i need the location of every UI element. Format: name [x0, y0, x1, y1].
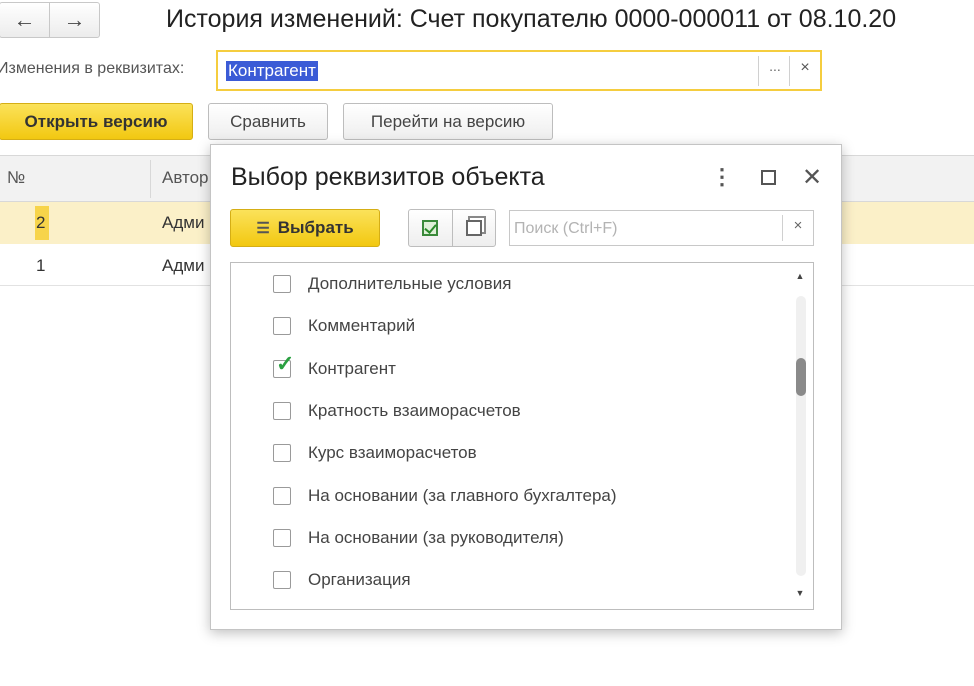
list-item[interactable]: На основании (за главного бухгалтера): [273, 481, 617, 511]
list-item[interactable]: ✓ Контрагент: [273, 353, 396, 384]
list-item[interactable]: На основании (за руководителя): [273, 523, 564, 553]
nav-buttons: ← →: [0, 2, 100, 38]
clear-icon[interactable]: ×: [791, 59, 819, 77]
divider: [782, 215, 783, 241]
divider: [789, 56, 790, 86]
arrow-right-icon: →: [63, 7, 86, 32]
item-label: Кратность взаиморасчетов: [308, 401, 521, 420]
select-button[interactable]: ...: [761, 58, 789, 74]
more-icon[interactable]: ⋮: [707, 159, 737, 195]
select-button[interactable]: ☰ Выбрать: [230, 209, 380, 247]
checkbox[interactable]: [273, 529, 291, 547]
item-label: Контрагент: [308, 359, 396, 378]
uncheck-all-button[interactable]: [451, 210, 496, 246]
checkbox[interactable]: [273, 487, 291, 505]
search-input[interactable]: [512, 213, 782, 245]
list-item[interactable]: Кратность взаиморасчетов: [273, 396, 521, 426]
list-item[interactable]: Комментарий: [273, 311, 415, 341]
checkbox[interactable]: [273, 402, 291, 420]
item-label: На основании (за руководителя): [308, 528, 564, 547]
checkbox[interactable]: [273, 444, 291, 462]
column-header-author[interactable]: Автор: [162, 168, 209, 188]
check-all-button[interactable]: [409, 210, 452, 246]
checkbox[interactable]: [273, 571, 291, 589]
row-author: Адми: [162, 256, 205, 275]
back-button[interactable]: ←: [0, 3, 49, 37]
item-label: Комментарий: [308, 316, 416, 335]
row-author: Адми: [162, 213, 205, 232]
open-version-button[interactable]: Открыть версию: [0, 103, 193, 140]
column-divider: [150, 160, 151, 198]
item-label: Организация: [308, 570, 411, 589]
check-icon: ✓: [276, 351, 295, 376]
dialog-title: Выбор реквизитов объекта: [231, 163, 545, 191]
maximize-icon[interactable]: [753, 159, 783, 195]
divider: [758, 56, 759, 86]
check-all-icon: [422, 220, 439, 236]
forward-button[interactable]: →: [49, 3, 99, 37]
row-number: 1: [36, 256, 46, 275]
checkbox[interactable]: [273, 317, 291, 335]
page-title: История изменений: Счет покупателю 0000-…: [166, 5, 897, 33]
attributes-list: Дополнительные условия Комментарий ✓ Кон…: [230, 262, 814, 610]
arrow-left-icon: ←: [13, 7, 36, 32]
uncheck-all-icon: [465, 220, 482, 236]
search-clear-icon[interactable]: ×: [784, 217, 812, 234]
close-icon[interactable]: ✕: [797, 159, 827, 195]
item-label: На основании (за главного бухгалтера): [308, 486, 617, 505]
scroll-down-icon[interactable]: ▼: [794, 588, 806, 598]
mark-buttons: [408, 209, 496, 247]
select-attributes-dialog: Выбор реквизитов объекта ⋮ ✕ ☰ Выбрать ×…: [210, 144, 842, 630]
column-header-number[interactable]: №: [7, 168, 25, 188]
checkbox-checked[interactable]: ✓: [273, 353, 294, 378]
row-number: 2: [36, 213, 46, 232]
item-label: Дополнительные условия: [308, 274, 512, 293]
scrollbar-track[interactable]: [796, 296, 806, 576]
filter-label: Изменения в реквизитах:: [0, 60, 185, 77]
search-field: ×: [509, 210, 814, 246]
compare-button[interactable]: Сравнить: [208, 103, 328, 140]
list-item[interactable]: Курс взаиморасчетов: [273, 438, 477, 468]
scrollbar-thumb[interactable]: [796, 358, 806, 396]
item-label: Курс взаиморасчетов: [308, 443, 477, 462]
select-list-icon: ☰: [256, 220, 270, 237]
filter-field[interactable]: Контрагент ... ×: [216, 50, 822, 91]
checkbox[interactable]: [273, 275, 291, 293]
goto-version-button[interactable]: Перейти на версию: [343, 103, 553, 140]
scroll-up-icon[interactable]: ▲: [794, 271, 806, 281]
list-item[interactable]: Организация: [273, 565, 411, 595]
list-item[interactable]: Дополнительные условия: [273, 269, 511, 299]
filter-value[interactable]: Контрагент: [226, 61, 318, 81]
select-button-label: Выбрать: [277, 218, 354, 237]
